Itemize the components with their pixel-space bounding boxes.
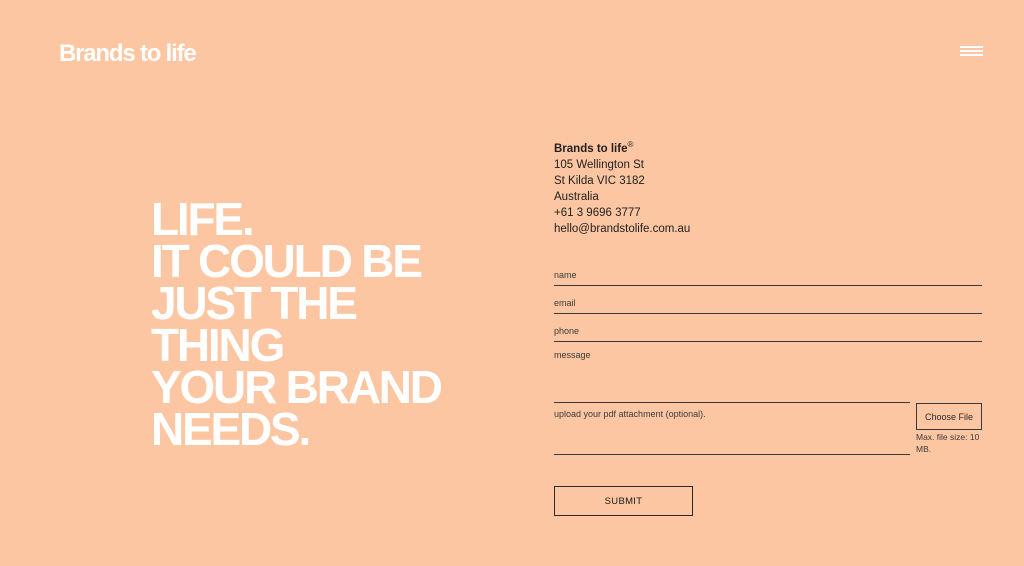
address-country: Australia (554, 190, 599, 203)
hero-line: THING (151, 319, 285, 371)
contact-phone[interactable]: +61 3 9696 3777 (554, 205, 690, 221)
contact-email-link[interactable]: hello@brandstolife.com.au (554, 221, 690, 237)
address-city: St Kilda VIC 3182 (554, 174, 645, 187)
contact-details: Brands to life® 105 Wellington St St Kil… (554, 137, 690, 237)
email-input[interactable] (554, 293, 982, 313)
hero-headline: LIFE. IT COULD BE JUST THE THING YOUR BR… (151, 193, 471, 455)
name-field-wrapper (554, 264, 982, 286)
phone-input[interactable] (554, 321, 982, 341)
name-input[interactable] (554, 264, 982, 285)
address-street: 105 Wellington St (554, 158, 644, 171)
registered-mark: ® (627, 140, 634, 149)
message-textarea[interactable] (554, 350, 910, 402)
phone-field-wrapper (554, 321, 982, 342)
choose-file-button[interactable]: Choose File (916, 403, 982, 430)
menu-bar-bottom (960, 54, 983, 56)
email-field-wrapper (554, 293, 982, 314)
hero-line: YOUR BRAND (151, 361, 443, 413)
hamburger-menu-icon[interactable] (960, 46, 983, 60)
submit-button[interactable]: SUBMIT (554, 486, 693, 516)
hero-line: LIFE. (151, 193, 255, 245)
hero-line: JUST THE (151, 277, 358, 329)
hero-line: NEEDS. (151, 403, 311, 455)
menu-bar-top (960, 46, 983, 48)
message-field-wrapper (554, 350, 910, 403)
hero-line: IT COULD BE (151, 235, 423, 287)
file-size-note: Max. file size: 10 MB. (916, 432, 980, 454)
company-name: Brands to life® (554, 137, 690, 157)
company-name-text: Brands to life (554, 142, 628, 155)
menu-bar-middle (960, 50, 983, 52)
upload-label: upload your pdf attachment (optional). (554, 409, 706, 419)
brand-logo[interactable]: Brands to life (59, 40, 197, 68)
upload-field[interactable]: upload your pdf attachment (optional). (554, 409, 910, 455)
